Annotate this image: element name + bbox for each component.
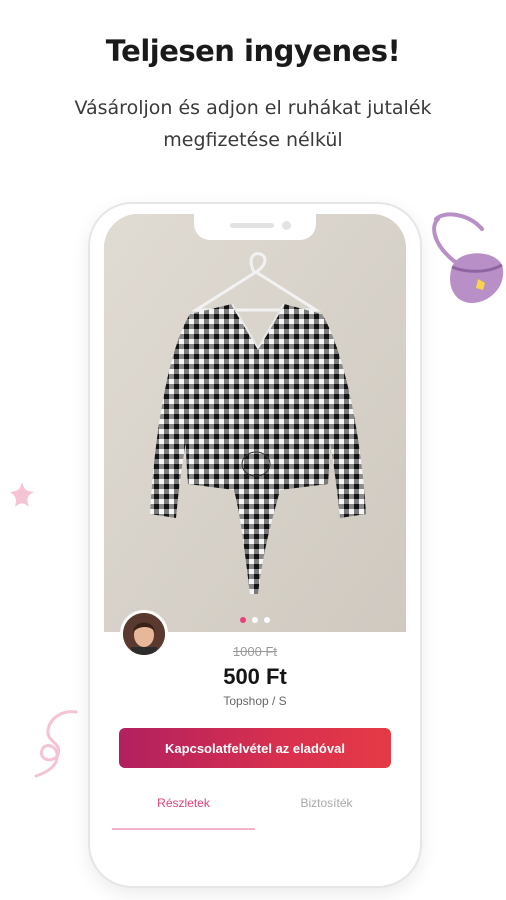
page-title: Teljesen ingyenes!	[105, 34, 401, 68]
phone-screen: 1000 Ft 500 Ft Topshop / S Kapcsolatfelv…	[104, 214, 406, 876]
page-subtitle: Vásároljon és adjon el ruhákat jutalék m…	[40, 92, 466, 156]
original-price: 1000 Ft	[232, 644, 278, 659]
product-tabs: Részletek Biztosíték	[112, 792, 398, 832]
tab-details[interactable]: Részletek	[112, 792, 255, 830]
subtitle-line-1: Vásároljon és adjon el ruhákat jutalék	[74, 97, 432, 119]
shirt-image	[104, 214, 406, 632]
tab-guarantee[interactable]: Biztosíték	[255, 792, 398, 828]
swirl-icon	[34, 710, 78, 778]
phone-mockup: 1000 Ft 500 Ft Topshop / S Kapcsolatfelv…	[88, 202, 422, 888]
speaker-grill	[230, 223, 274, 228]
contact-seller-button[interactable]: Kapcsolatfelvétel az eladóval	[119, 728, 391, 768]
carousel-dot-3[interactable]	[264, 617, 270, 623]
carousel-dot-1[interactable]	[240, 617, 246, 623]
product-photo[interactable]	[104, 214, 406, 632]
camera-dot	[282, 221, 291, 230]
brand-size: Topshop / S	[223, 694, 287, 708]
carousel-dot-2[interactable]	[252, 617, 258, 623]
product-price: 500 Ft	[223, 664, 287, 689]
star-icon	[10, 482, 34, 507]
handbag-icon	[432, 212, 504, 303]
phone-notch	[194, 214, 316, 240]
subtitle-line-2: megfizetése nélkül	[163, 129, 343, 151]
